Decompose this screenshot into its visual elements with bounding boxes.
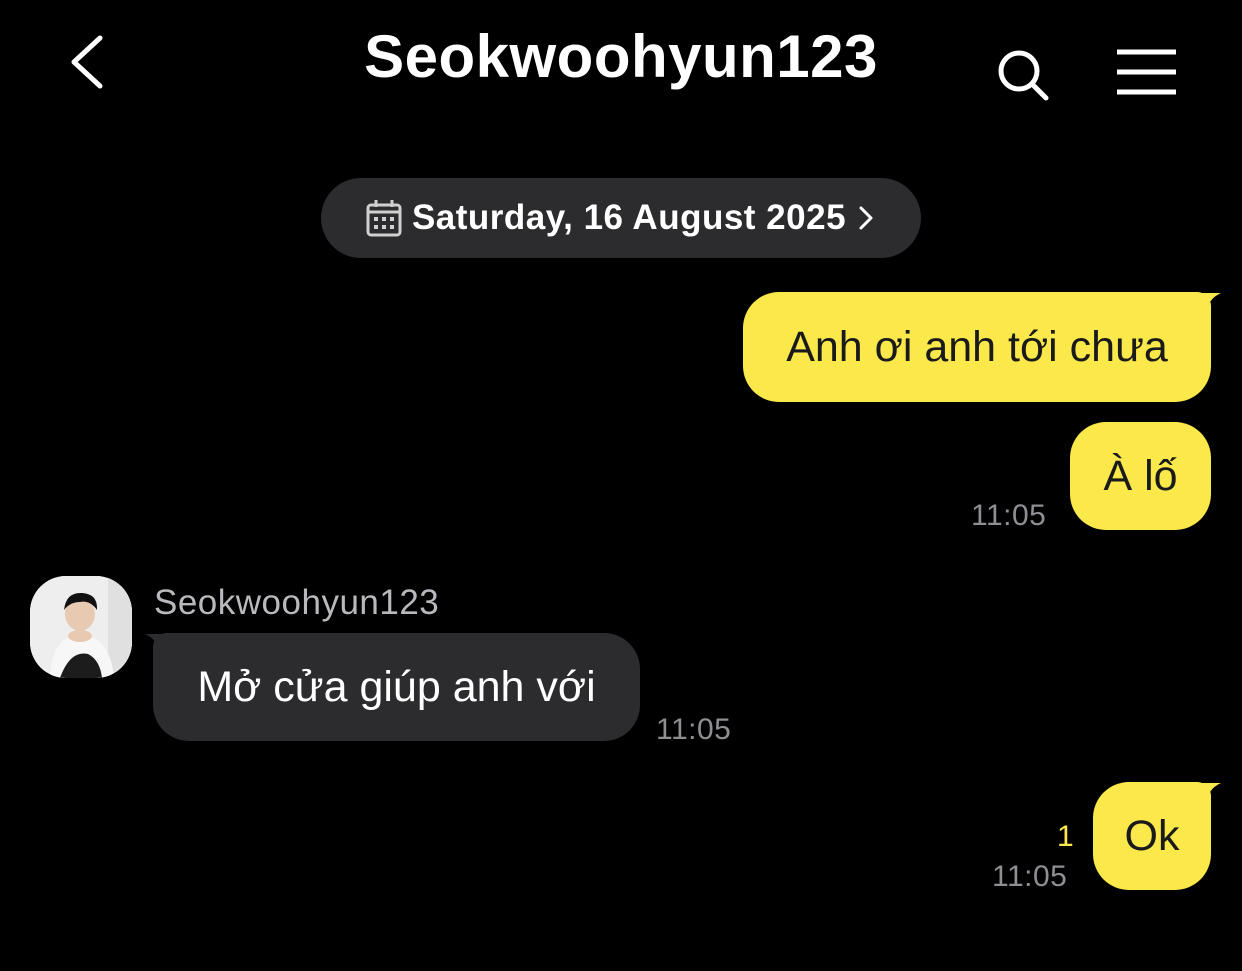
- message-timestamp: 11:05: [992, 860, 1068, 893]
- search-button[interactable]: [992, 44, 1056, 108]
- date-divider[interactable]: Saturday, 16 August 2025: [321, 178, 921, 258]
- sender-name: Seokwoohyun123: [154, 583, 440, 622]
- message-bubble-outgoing[interactable]: À lố: [1070, 422, 1211, 530]
- avatar[interactable]: [30, 576, 132, 678]
- message-bubble-outgoing[interactable]: Anh ơi anh tới chưa: [743, 292, 1211, 402]
- message-bubble-incoming[interactable]: Mở cửa giúp anh với: [153, 633, 640, 741]
- chevron-right-icon: [859, 206, 873, 230]
- profile-photo: [30, 576, 132, 678]
- message-timestamp: 11:05: [656, 713, 732, 746]
- hamburger-menu-icon: [1117, 49, 1176, 95]
- message-bubble-outgoing[interactable]: Ok: [1093, 782, 1211, 890]
- date-label: Saturday, 16 August 2025: [411, 198, 847, 237]
- calendar-icon: [366, 200, 402, 237]
- unread-count: 1: [1057, 820, 1074, 853]
- menu-button[interactable]: [1112, 44, 1182, 100]
- search-icon: [998, 50, 1049, 101]
- message-timestamp: 11:05: [971, 499, 1047, 532]
